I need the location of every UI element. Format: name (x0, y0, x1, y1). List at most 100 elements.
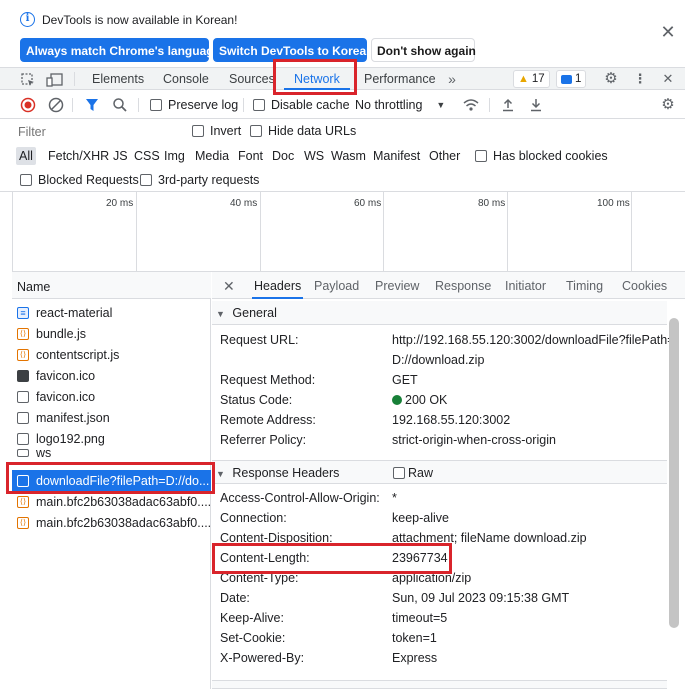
inspect-element-icon[interactable] (20, 72, 36, 88)
always-match-language-button[interactable]: Always match Chrome's language (20, 38, 220, 62)
toolbar-divider (489, 98, 490, 112)
settings-gear-icon[interactable]: ⚙ (603, 71, 619, 87)
raw-toggle[interactable]: Raw (393, 467, 433, 479)
tab-divider (74, 72, 75, 86)
more-tabs-chevron-icon[interactable]: » (444, 71, 460, 87)
device-toolbar-icon[interactable] (46, 72, 64, 88)
request-row[interactable]: ⟨⟩ main.bfc2b63038adac63abf0.... (12, 512, 211, 533)
close-details-icon[interactable]: ✕ (223, 272, 235, 299)
third-party-checkbox[interactable]: 3rd-party requests (140, 173, 259, 187)
blocked-requests-box[interactable] (20, 174, 32, 186)
type-filter-img[interactable]: Img (161, 147, 188, 165)
general-section-header[interactable]: ▼ General (212, 301, 667, 325)
switch-to-korean-button[interactable]: Switch DevTools to Korean (213, 38, 373, 62)
tab-timing[interactable]: Timing (566, 272, 603, 299)
request-row[interactable]: manifest.json (12, 407, 211, 428)
disable-cache-box[interactable] (253, 99, 265, 111)
dont-show-again-button[interactable]: Don't show again (371, 38, 476, 62)
close-devtools-icon[interactable]: ✕ (660, 71, 676, 87)
request-name: ws (36, 449, 52, 460)
request-row-selected[interactable]: downloadFile?filePath=D://do... (12, 470, 211, 491)
network-conditions-wifi-icon[interactable] (462, 97, 480, 113)
close-icon[interactable]: ✕ (660, 23, 676, 41)
file-icon (17, 449, 29, 457)
tab-headers[interactable]: Headers (252, 272, 304, 299)
info-icon: i (20, 12, 35, 27)
type-filter-all[interactable]: All (16, 147, 36, 165)
tab-initiator[interactable]: Initiator (505, 272, 546, 299)
tab-elements[interactable]: Elements (92, 68, 144, 90)
type-filter-other[interactable]: Other (426, 147, 463, 165)
import-har-upload-icon[interactable] (500, 97, 516, 113)
throttling-value: No throttling (355, 98, 423, 112)
type-filter-ws[interactable]: WS (301, 147, 327, 165)
name-column-header[interactable]: Name (12, 272, 211, 299)
tab-cookies[interactable]: Cookies (622, 272, 667, 299)
header-value: timeout=5 (392, 611, 448, 625)
remote-address-label: Remote Address: (220, 413, 316, 427)
request-row[interactable]: favicon.ico (12, 386, 211, 407)
details-scrollbar[interactable] (669, 318, 679, 628)
invert-box[interactable] (192, 125, 204, 137)
request-name: main.bfc2b63038adac63abf0.... (36, 515, 211, 530)
preserve-log-checkbox[interactable]: Preserve log (150, 98, 238, 112)
response-headers-section-header[interactable]: ▼ Response Headers Raw (212, 460, 667, 484)
type-filter-doc[interactable]: Doc (269, 147, 297, 165)
tab-console[interactable]: Console (163, 68, 209, 90)
invert-checkbox[interactable]: Invert (192, 124, 241, 138)
preserve-log-box[interactable] (150, 99, 162, 111)
disable-cache-checkbox[interactable]: Disable cache (253, 98, 350, 112)
filter-input[interactable] (13, 122, 180, 142)
request-row[interactable]: ⟨⟩ contentscript.js (12, 344, 211, 365)
third-party-box[interactable] (140, 174, 152, 186)
type-filter-wasm[interactable]: Wasm (328, 147, 369, 165)
record-stop-icon[interactable] (20, 97, 36, 113)
timeline-overview[interactable]: 20 ms 40 ms 60 ms 80 ms 100 ms (12, 192, 685, 272)
hide-data-urls-checkbox[interactable]: Hide data URLs (250, 124, 356, 138)
throttling-select[interactable]: No throttling ▼ (355, 98, 445, 112)
type-filter-manifest[interactable]: Manifest (370, 147, 423, 165)
hide-data-urls-box[interactable] (250, 125, 262, 137)
raw-label: Raw (408, 466, 434, 480)
kebab-menu-icon[interactable]: ⋮ (632, 71, 648, 87)
type-filter-css[interactable]: CSS (131, 147, 163, 165)
type-filter-media[interactable]: Media (192, 147, 232, 165)
request-row[interactable]: ⟨⟩ main.bfc2b63038adac63abf0.... (12, 491, 211, 512)
network-settings-gear-icon[interactable]: ⚙ (660, 97, 676, 113)
request-row[interactable]: ⟨⟩ bundle.js (12, 323, 211, 344)
header-name: Date: (220, 591, 250, 605)
blocked-requests-row: Blocked Requests 3rd-party requests (0, 168, 685, 192)
export-har-download-icon[interactable] (528, 97, 544, 113)
request-row[interactable]: react-material (12, 302, 211, 323)
request-headers-section-header[interactable] (212, 680, 667, 689)
timeline-gridline (507, 192, 508, 272)
tab-sources[interactable]: Sources (229, 68, 275, 90)
warnings-badge[interactable]: ▲ 17 (513, 70, 550, 88)
timeline-gridline (631, 192, 632, 272)
tab-response[interactable]: Response (435, 272, 491, 299)
tab-network[interactable]: Network (284, 68, 350, 90)
tab-preview[interactable]: Preview (375, 272, 419, 299)
disable-cache-label: Disable cache (271, 98, 350, 112)
script-icon: ⟨⟩ (17, 327, 29, 340)
tab-performance[interactable]: Performance (364, 68, 436, 90)
devtools-tabbar: Elements Console Sources Network Perform… (0, 68, 685, 90)
request-row[interactable]: logo192.png (12, 428, 211, 449)
toolbar-divider (72, 98, 73, 112)
has-blocked-cookies-box[interactable] (475, 150, 487, 162)
raw-checkbox[interactable] (393, 467, 405, 479)
request-row[interactable]: favicon.ico (12, 365, 211, 386)
tab-payload[interactable]: Payload (314, 272, 359, 299)
filter-funnel-icon[interactable] (84, 97, 100, 113)
type-filter-fetch-xhr[interactable]: Fetch/XHR (45, 147, 112, 165)
request-name: downloadFile?filePath=D://do... (36, 473, 210, 488)
has-blocked-cookies-checkbox[interactable]: Has blocked cookies (475, 149, 608, 163)
blocked-requests-checkbox[interactable]: Blocked Requests (20, 173, 139, 187)
search-icon[interactable] (112, 97, 128, 113)
messages-badge[interactable]: 1 (556, 70, 587, 88)
clear-icon[interactable] (48, 97, 64, 113)
warnings-count: 17 (531, 73, 545, 85)
type-filter-js[interactable]: JS (110, 147, 131, 165)
request-row[interactable]: ws (12, 449, 211, 461)
type-filter-font[interactable]: Font (235, 147, 266, 165)
